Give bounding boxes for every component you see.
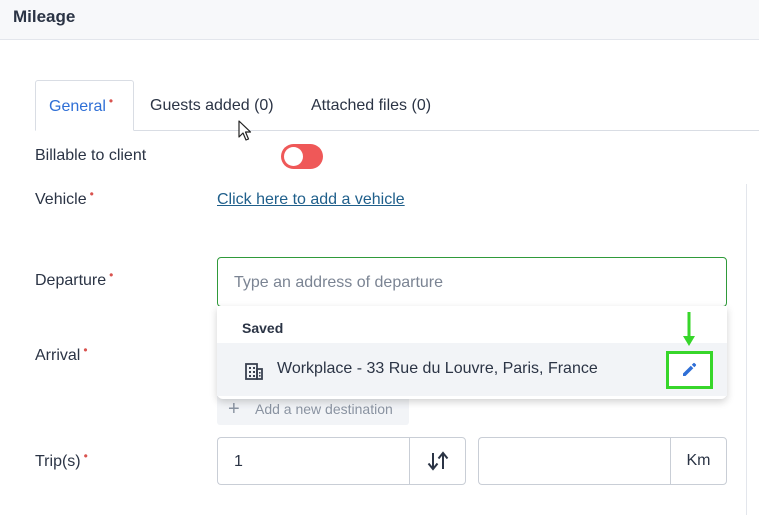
saved-section-label: Saved: [242, 320, 284, 336]
required-marker: •: [108, 94, 114, 108]
trips-label: Trip(s) •: [35, 449, 88, 471]
arrival-label: Arrival •: [35, 343, 88, 365]
distance-input[interactable]: [478, 437, 671, 485]
tab-attached-files[interactable]: Attached files (0): [311, 80, 431, 131]
add-vehicle-link[interactable]: Click here to add a vehicle: [217, 191, 405, 209]
tab-bar: General • Guests added (0) Attached files…: [0, 80, 759, 131]
address-suggestions-dropdown: Saved Workplace - 33 Rue du Louvre, Pari…: [217, 306, 727, 399]
required-marker: •: [83, 449, 88, 463]
tab-general[interactable]: General •: [35, 80, 134, 131]
distance-unit: Km: [670, 437, 727, 485]
vertical-divider: [746, 184, 747, 515]
required-marker: •: [89, 187, 94, 201]
building-icon: [245, 363, 263, 380]
trips-label-text: Trip(s): [35, 453, 81, 470]
swap-arrows-icon: [427, 451, 449, 471]
trips-input[interactable]: 1: [217, 437, 410, 485]
arrival-label-text: Arrival: [35, 347, 81, 364]
departure-label: Departure •: [35, 268, 113, 290]
billable-label: Billable to client: [35, 147, 147, 164]
departure-label-text: Departure: [35, 272, 107, 289]
billable-toggle[interactable]: [281, 144, 323, 169]
toggle-knob: [284, 147, 303, 166]
required-marker: •: [109, 268, 114, 282]
saved-address-item[interactable]: Workplace - 33 Rue du Louvre, Paris, Fra…: [217, 343, 727, 396]
vehicle-label-text: Vehicle: [35, 191, 87, 208]
saved-address-text: Workplace - 33 Rue du Louvre, Paris, Fra…: [277, 360, 598, 377]
tab-general-label: General: [49, 98, 106, 115]
required-marker: •: [83, 343, 88, 357]
add-destination-label: Add a new destination: [255, 401, 393, 417]
departure-input[interactable]: Type an address of departure: [217, 257, 727, 307]
vehicle-label: Vehicle •: [35, 187, 94, 209]
pencil-icon: [683, 362, 697, 376]
tab-guests-added[interactable]: Guests added (0): [150, 80, 274, 131]
top-bar: Mileage: [0, 0, 759, 40]
edit-address-button[interactable]: [666, 351, 713, 389]
plus-icon: +: [228, 398, 240, 420]
arrow-down-icon: [683, 312, 695, 346]
add-destination-button[interactable]: + Add a new destination: [217, 395, 409, 425]
page-title: Mileage: [13, 7, 76, 26]
mouse-cursor-icon: [238, 120, 252, 141]
swap-button[interactable]: [409, 437, 466, 485]
